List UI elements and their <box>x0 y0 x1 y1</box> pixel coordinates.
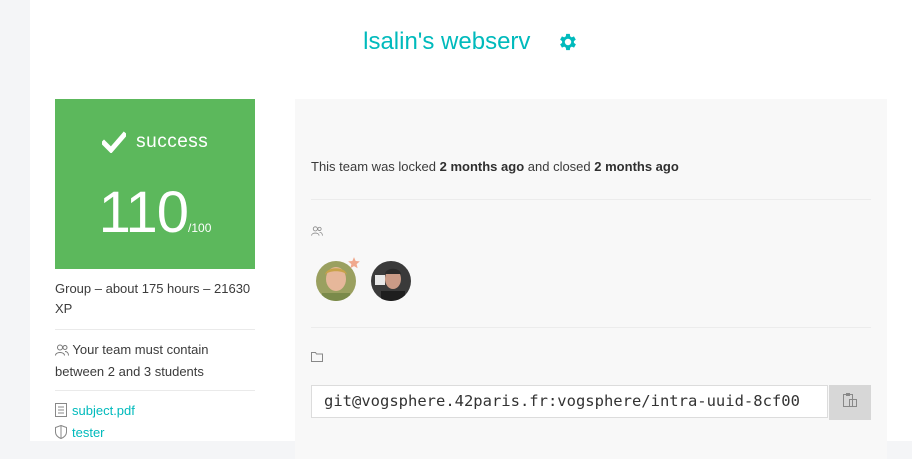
closed-prefix: and closed <box>527 159 591 174</box>
tester-link[interactable]: tester <box>72 425 105 440</box>
locked-prefix: This team was locked <box>311 159 436 174</box>
repo-url-field[interactable]: git@vogsphere.42paris.fr:vogsphere/intra… <box>311 385 828 418</box>
folder-icon <box>311 350 323 368</box>
subject-pdf-link[interactable]: subject.pdf <box>72 403 135 418</box>
final-mark: 110 <box>98 180 189 245</box>
attachments-list: subject.pdf tester <box>55 401 255 445</box>
max-mark: /100 <box>188 221 212 235</box>
star-icon <box>347 256 361 270</box>
status-label: success <box>136 131 209 152</box>
users-icon <box>311 223 323 241</box>
locked-time: 2 months ago <box>439 159 525 174</box>
clipboard-icon <box>842 392 858 413</box>
team-panel: This team was locked 2 months ago and cl… <box>295 99 887 459</box>
shield-icon <box>55 424 67 445</box>
copy-button[interactable] <box>829 385 871 420</box>
page-title: lsalin's webserv <box>363 28 531 55</box>
status-row: success <box>55 131 255 154</box>
attachment-item: tester <box>55 423 255 445</box>
title-row: lsalin's webserv <box>30 28 912 68</box>
score-card: success 110/100 <box>55 99 255 269</box>
divider <box>311 199 871 200</box>
gear-icon[interactable] <box>557 31 579 53</box>
attachment-item: subject.pdf <box>55 401 255 423</box>
group-info: Group – about 175 hours – 21630 XP <box>55 281 251 316</box>
divider <box>311 327 871 328</box>
users-icon <box>55 342 69 362</box>
check-icon <box>100 131 128 154</box>
team-size-info: Your team must contain between 2 and 3 s… <box>55 340 255 382</box>
team-status-line: This team was locked 2 months ago and cl… <box>311 159 679 174</box>
divider <box>55 329 255 330</box>
document-icon <box>55 403 67 423</box>
team-size-text: Your team must contain between 2 and 3 s… <box>55 342 209 379</box>
score-row: 110/100 <box>55 179 255 246</box>
project-page: lsalin's webserv success 110/100 Group –… <box>30 0 912 459</box>
divider <box>55 390 255 391</box>
avatar[interactable] <box>371 261 411 301</box>
closed-time: 2 months ago <box>594 159 679 174</box>
